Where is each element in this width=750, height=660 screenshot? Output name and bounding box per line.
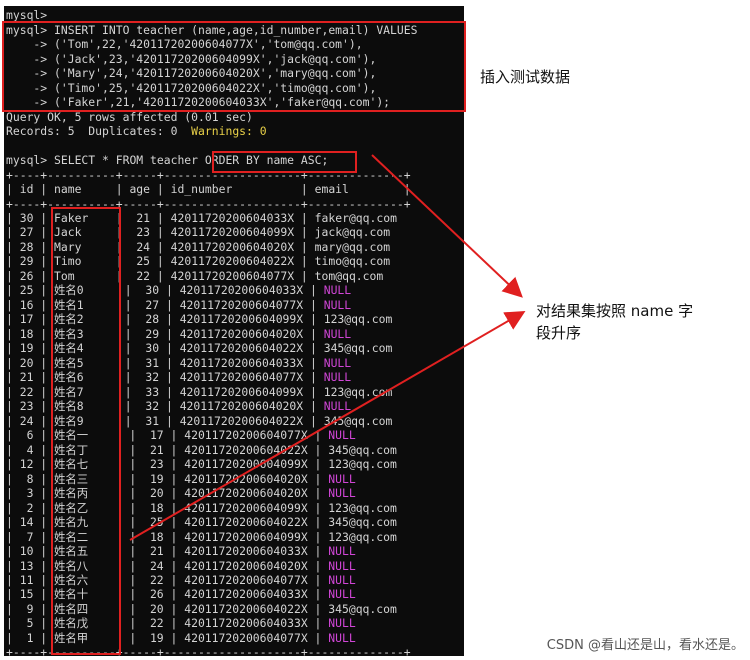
arrows-overlay <box>129 154 526 541</box>
insert-annotation: 插入测试数据 <box>480 68 571 86</box>
arrow-from-name-column <box>129 310 526 541</box>
arrow-from-order-by <box>371 154 523 298</box>
sort-annotation-line2: 段升序 <box>536 324 582 342</box>
csdn-watermark: CSDN @看山还是山，看水还是。 <box>546 638 744 653</box>
sort-annotation-line1: 对结果集按照 name 字 <box>536 302 694 320</box>
